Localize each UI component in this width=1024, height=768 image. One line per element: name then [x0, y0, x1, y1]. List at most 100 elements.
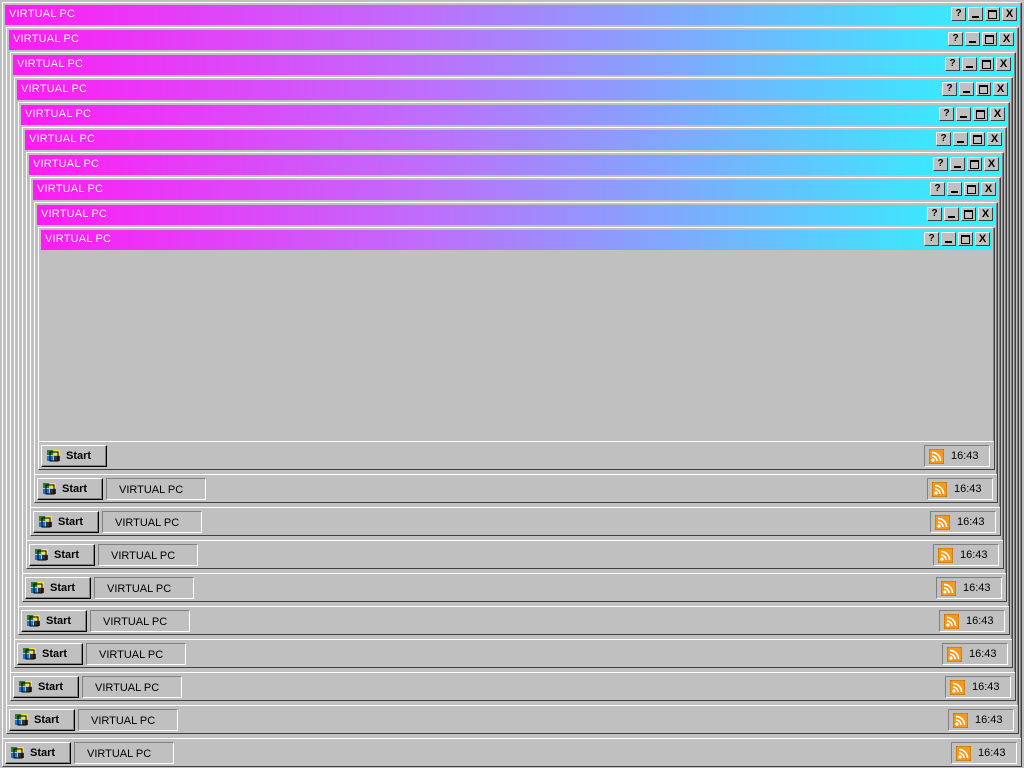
minimize-button[interactable]	[959, 82, 974, 96]
taskbar-item-virtual-pc[interactable]: VIRTUAL PC	[82, 676, 182, 698]
help-button[interactable]: ?	[936, 132, 951, 146]
window-title-bar[interactable]: VIRTUAL PC ? X	[29, 155, 1001, 175]
close-icon: X	[981, 208, 990, 220]
close-button[interactable]: X	[999, 32, 1014, 46]
rss-icon[interactable]	[950, 680, 965, 695]
help-button[interactable]: ?	[948, 32, 963, 46]
maximize-button[interactable]	[970, 132, 985, 146]
maximize-button[interactable]	[979, 57, 994, 71]
rss-icon[interactable]	[944, 614, 959, 629]
window-title: VIRTUAL PC	[9, 8, 76, 20]
maximize-button[interactable]	[961, 207, 976, 221]
start-button[interactable]: Start	[5, 742, 71, 764]
taskbar-item-virtual-pc[interactable]: VIRTUAL PC	[78, 709, 178, 731]
taskbar-item-virtual-pc[interactable]: VIRTUAL PC	[106, 478, 206, 500]
rss-icon[interactable]	[941, 581, 956, 596]
window-title-bar[interactable]: VIRTUAL PC ? X	[33, 180, 998, 200]
maximize-button[interactable]	[967, 157, 982, 171]
help-button[interactable]: ?	[942, 82, 957, 96]
start-label: Start	[46, 615, 72, 627]
taskbar: Start VIRTUAL PC 16:43	[31, 507, 1000, 535]
start-button[interactable]: Start	[9, 709, 75, 731]
maximize-icon	[961, 235, 970, 244]
rss-icon[interactable]	[956, 746, 971, 761]
taskbar: Start VIRTUAL PC 16:43	[27, 540, 1003, 568]
close-button[interactable]: X	[996, 57, 1011, 71]
help-button[interactable]: ?	[939, 107, 954, 121]
virtual-pc-window[interactable]: VIRTUAL PC ? X	[38, 227, 995, 470]
close-button[interactable]: X	[990, 107, 1005, 121]
taskbar-item-virtual-pc[interactable]: VIRTUAL PC	[90, 610, 190, 632]
taskbar-item-virtual-pc[interactable]: VIRTUAL PC	[94, 577, 194, 599]
close-button[interactable]: X	[978, 207, 993, 221]
maximize-button[interactable]	[964, 182, 979, 196]
window-title-bar[interactable]: VIRTUAL PC ? X	[13, 55, 1013, 75]
help-icon: ?	[946, 83, 953, 94]
start-button[interactable]: Start	[25, 577, 91, 599]
minimize-button[interactable]	[968, 7, 983, 21]
start-button[interactable]: Start	[17, 643, 83, 665]
help-button[interactable]: ?	[951, 7, 966, 21]
help-button[interactable]: ?	[924, 232, 939, 246]
rss-icon[interactable]	[947, 647, 962, 662]
taskbar-item-virtual-pc[interactable]: VIRTUAL PC	[86, 643, 186, 665]
system-tray: 16:43	[930, 511, 996, 533]
system-tray: 16:43	[936, 577, 1002, 599]
close-button[interactable]: X	[987, 132, 1002, 146]
minimize-button[interactable]	[962, 57, 977, 71]
help-icon: ?	[955, 8, 962, 19]
minimize-button[interactable]	[944, 207, 959, 221]
minimize-button[interactable]	[950, 157, 965, 171]
close-icon: X	[993, 108, 1002, 120]
help-button[interactable]: ?	[930, 182, 945, 196]
taskbar-item-virtual-pc[interactable]: VIRTUAL PC	[74, 742, 174, 764]
maximize-button[interactable]	[985, 7, 1000, 21]
minimize-button[interactable]	[965, 32, 980, 46]
minimize-button[interactable]	[956, 107, 971, 121]
taskbar-item-virtual-pc[interactable]: VIRTUAL PC	[98, 544, 198, 566]
window-title-bar[interactable]: VIRTUAL PC ? X	[37, 205, 995, 225]
close-button[interactable]: X	[984, 157, 999, 171]
start-button[interactable]: Start	[21, 610, 87, 632]
window-title-bar[interactable]: VIRTUAL PC ? X	[25, 130, 1004, 150]
close-button[interactable]: X	[981, 182, 996, 196]
help-icon: ?	[940, 133, 947, 144]
taskbar-item-label: VIRTUAL PC	[99, 649, 164, 661]
minimize-button[interactable]	[947, 182, 962, 196]
rss-icon[interactable]	[938, 548, 953, 563]
start-button[interactable]: Start	[37, 478, 103, 500]
start-button[interactable]: Start	[29, 544, 95, 566]
taskbar-item-virtual-pc[interactable]: VIRTUAL PC	[102, 511, 202, 533]
close-button[interactable]: X	[975, 232, 990, 246]
rss-icon[interactable]	[932, 482, 947, 497]
start-label: Start	[54, 549, 80, 561]
close-icon: X	[996, 83, 1005, 95]
window-title-bar[interactable]: VIRTUAL PC ? X	[9, 30, 1016, 50]
maximize-button[interactable]	[973, 107, 988, 121]
window-title: VIRTUAL PC	[29, 133, 96, 145]
window-title-bar[interactable]: VIRTUAL PC ? X	[17, 80, 1010, 100]
maximize-button[interactable]	[982, 32, 997, 46]
start-label: Start	[38, 681, 64, 693]
start-button[interactable]: Start	[33, 511, 99, 533]
close-icon: X	[1005, 8, 1014, 20]
window-title-bar[interactable]: VIRTUAL PC ? X	[41, 230, 992, 250]
help-button[interactable]: ?	[933, 157, 948, 171]
rss-icon[interactable]	[935, 515, 950, 530]
help-button[interactable]: ?	[945, 57, 960, 71]
maximize-button[interactable]	[958, 232, 973, 246]
help-button[interactable]: ?	[927, 207, 942, 221]
maximize-button[interactable]	[976, 82, 991, 96]
close-button[interactable]: X	[993, 82, 1008, 96]
window-title-bar[interactable]: VIRTUAL PC ? X	[21, 105, 1007, 125]
start-button[interactable]: Start	[13, 676, 79, 698]
rss-icon[interactable]	[953, 713, 968, 728]
minimize-button[interactable]	[953, 132, 968, 146]
close-button[interactable]: X	[1002, 7, 1017, 21]
window-title-bar[interactable]: VIRTUAL PC ? X	[5, 5, 1019, 25]
rss-icon[interactable]	[929, 449, 944, 464]
minimize-button[interactable]	[941, 232, 956, 246]
start-label: Start	[58, 516, 84, 528]
taskbar: Start VIRTUAL PC 16:43	[7, 705, 1018, 733]
start-button[interactable]: Start	[41, 445, 107, 467]
